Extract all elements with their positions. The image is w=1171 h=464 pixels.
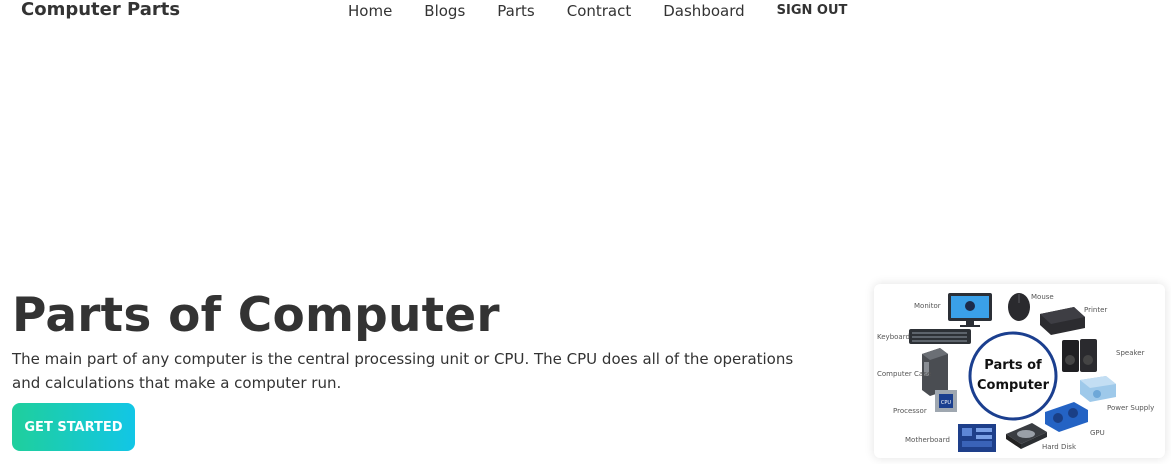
brand-logo[interactable]: Computer Parts [21,0,180,20]
speaker-label: Speaker [1116,349,1145,357]
parts-illustration-card: Parts of Computer Monitor Mouse Printer … [874,284,1165,458]
motherboard-label: Motherboard [905,436,950,444]
keyboard-icon [909,329,971,344]
nav-parts-link[interactable]: Parts [481,2,550,20]
printer-label: Printer [1084,306,1107,314]
nav-contract-link[interactable]: Contract [551,2,648,20]
processor-icon: CPU [935,390,957,412]
nav-dashboard-link[interactable]: Dashboard [647,2,760,20]
get-started-button[interactable]: GET STARTED [12,403,135,451]
computer-case-label: Computer Case [877,370,931,378]
mouse-label: Mouse [1031,293,1054,301]
monitor-icon [948,293,992,327]
page: Computer Parts Home Blogs Parts Contract… [0,0,1171,464]
processor-label: Processor [893,407,927,415]
gpu-label: GPU [1090,429,1105,437]
monitor-label: Monitor [914,302,941,310]
power-supply-label: Power Supply [1107,404,1154,412]
sign-out-button[interactable]: SIGN OUT [761,2,864,20]
nav-home-link[interactable]: Home [332,2,408,20]
power-supply-icon [1080,376,1116,402]
center-circle [968,331,1058,421]
printer-icon [1040,307,1085,335]
hard-disk-label: Hard Disk [1042,443,1077,451]
hard-disk-icon [1006,423,1047,449]
mouse-icon [1008,293,1030,321]
parts-of-computer-illustration: Parts of Computer Monitor Mouse Printer … [877,293,1154,452]
center-label-line2: Computer [977,378,1050,393]
nav-blogs-link[interactable]: Blogs [408,2,481,20]
speaker-icon [1062,339,1097,372]
hero-title: Parts of Computer [12,288,500,343]
motherboard-icon [958,424,996,452]
center-label-line1: Parts of [984,358,1042,373]
nav-links: Home Blogs Parts Contract Dashboard SIGN… [332,2,863,20]
cpu-chip-label: CPU [941,400,952,406]
navbar: Computer Parts Home Blogs Parts Contract… [0,0,1171,24]
gpu-icon [1045,402,1088,432]
keyboard-label: Keyboard [877,333,910,341]
hero-description: The main part of any computer is the cen… [12,350,794,392]
